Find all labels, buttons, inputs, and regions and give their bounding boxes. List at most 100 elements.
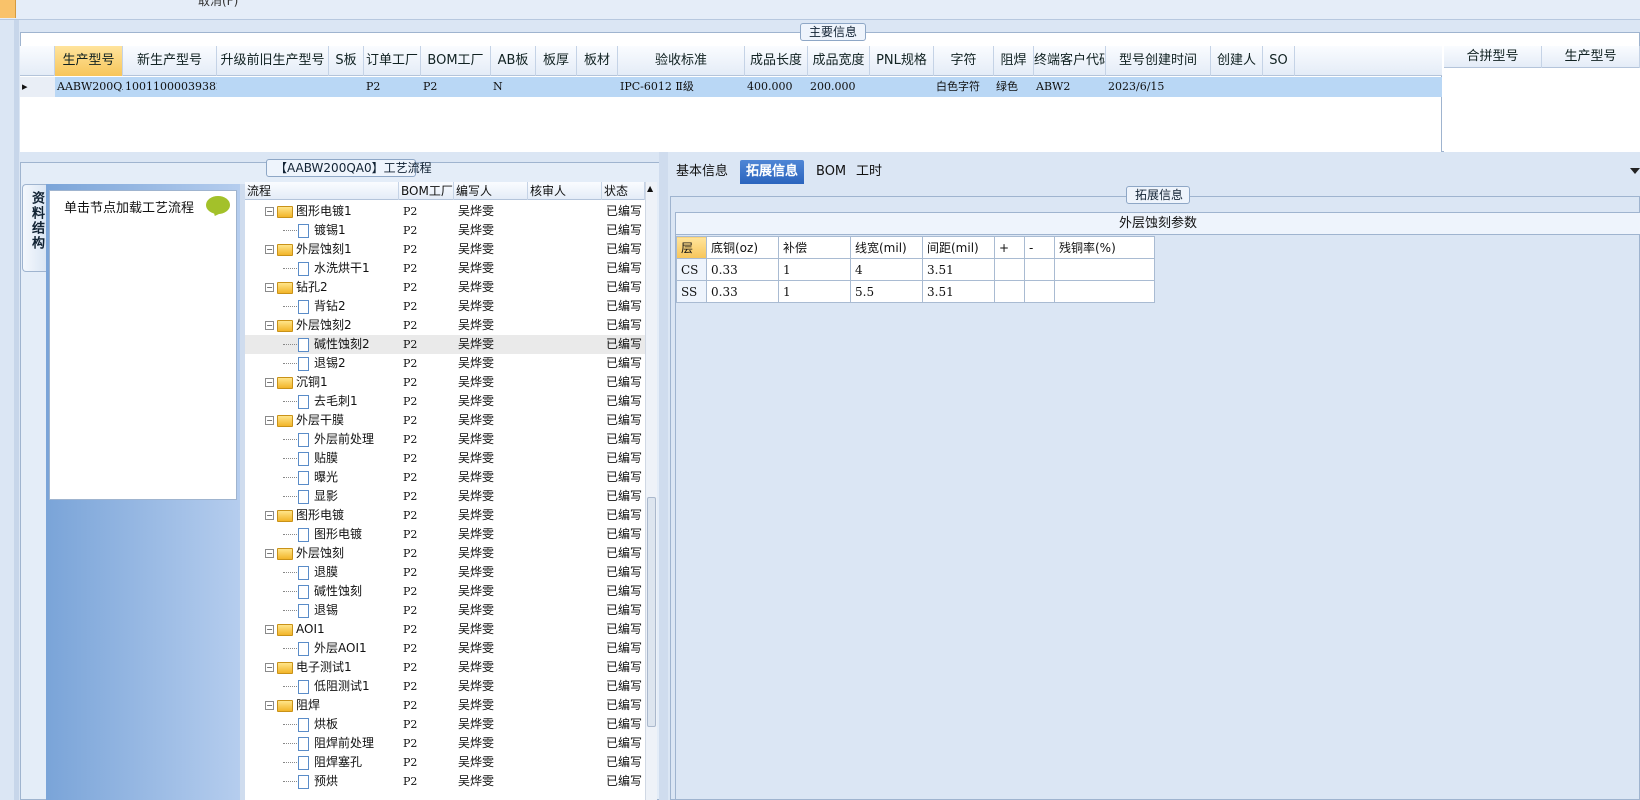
tree-node[interactable]: 曝光 xyxy=(245,468,399,487)
tree-node[interactable]: − 外层蚀刻 xyxy=(245,544,399,563)
grid-cell[interactable] xyxy=(536,77,577,97)
tree-row[interactable]: − 外层蚀刻1 P2 吴烨雯 已编写 xyxy=(245,240,645,259)
grid-cell[interactable]: IPC-6012 Ⅱ级 xyxy=(618,77,745,97)
tree-col-header[interactable]: 状态 xyxy=(602,182,645,200)
tree-col-header[interactable]: BOM工厂 xyxy=(399,182,454,200)
tree-node[interactable]: 退膜 xyxy=(245,563,399,582)
tab-basic-info[interactable]: 基本信息 xyxy=(670,160,734,184)
param-cell[interactable]: CS xyxy=(676,258,707,281)
grid-col-header[interactable]: 板材 xyxy=(577,46,618,76)
tree-node[interactable]: 显影 xyxy=(245,487,399,506)
tree-row[interactable]: − 外层干膜 P2 吴烨雯 已编写 xyxy=(245,411,645,430)
tree-row[interactable]: 图形电镀 P2 吴烨雯 已编写 xyxy=(245,525,645,544)
param-cell[interactable] xyxy=(1024,258,1055,281)
tree-row[interactable]: − 钻孔2 P2 吴烨雯 已编写 xyxy=(245,278,645,297)
tab-work-hours[interactable]: 工时 xyxy=(850,160,888,184)
tree-row[interactable]: 碱性蚀刻 P2 吴烨雯 已编写 xyxy=(245,582,645,601)
grid-cell[interactable]: 200.000 xyxy=(808,77,870,97)
tree-row[interactable]: − 沉铜1 P2 吴烨雯 已编写 xyxy=(245,373,645,392)
tree-node[interactable]: − 外层蚀刻2 xyxy=(245,316,399,335)
tree-row[interactable]: 退锡2 P2 吴烨雯 已编写 xyxy=(245,354,645,373)
param-cell[interactable]: 3.51 xyxy=(922,280,995,303)
grid-col-header[interactable]: 订单工厂 xyxy=(364,46,421,76)
tree-node[interactable]: 阻焊前处理 xyxy=(245,734,399,753)
tree-col-header[interactable]: 编写人 xyxy=(454,182,528,200)
grid-row-selected[interactable]: ▸AABW200QA010011000039382P2P2NIPC-6012 Ⅱ… xyxy=(20,77,1442,97)
tree-row[interactable]: − 外层蚀刻 P2 吴烨雯 已编写 xyxy=(245,544,645,563)
grid-col-header[interactable]: 验收标准 xyxy=(618,46,745,76)
app-corner-tab[interactable] xyxy=(0,0,16,18)
grid-col-header[interactable]: BOM工厂 xyxy=(421,46,491,76)
tree-node[interactable]: 外层前处理 xyxy=(245,430,399,449)
grid-cell[interactable] xyxy=(329,77,364,97)
tree-row[interactable]: 背钻2 P2 吴烨雯 已编写 xyxy=(245,297,645,316)
collapse-toggle-icon[interactable]: − xyxy=(265,511,274,520)
collapse-toggle-icon[interactable]: − xyxy=(265,549,274,558)
collapse-toggle-icon[interactable]: − xyxy=(265,283,274,292)
grid-col-header[interactable]: 成品宽度 xyxy=(808,46,870,76)
tab-bom[interactable]: BOM xyxy=(810,160,852,184)
tree-col-header[interactable]: 流程 xyxy=(245,182,399,200)
param-col-header[interactable]: + xyxy=(994,236,1025,259)
tree-row[interactable]: 退锡 P2 吴烨雯 已编写 xyxy=(245,601,645,620)
tree-row[interactable]: 退膜 P2 吴烨雯 已编写 xyxy=(245,563,645,582)
param-cell[interactable]: 4 xyxy=(850,258,923,281)
tree-node[interactable]: − AOI1 xyxy=(245,620,399,639)
tree-row[interactable]: 水洗烘干1 P2 吴烨雯 已编写 xyxy=(245,259,645,278)
tree-row[interactable]: − 阻焊 P2 吴烨雯 已编写 xyxy=(245,696,645,715)
grid-col-header[interactable]: S板 xyxy=(329,46,364,76)
tree-col-header[interactable]: 核审人 xyxy=(528,182,602,200)
tree-node[interactable]: − 外层干膜 xyxy=(245,411,399,430)
grid-cell[interactable]: AABW200QA0 xyxy=(55,77,123,97)
tree-scrollbar[interactable]: ▲ xyxy=(645,182,657,800)
grid-cell[interactable]: 2023/6/15 xyxy=(1106,77,1211,97)
tree-node[interactable]: − 图形电镀 xyxy=(245,506,399,525)
param-cell[interactable] xyxy=(1054,280,1155,303)
grid-cell[interactable] xyxy=(1263,77,1295,97)
tree-node[interactable]: 碱性蚀刻 xyxy=(245,582,399,601)
merge-col-header[interactable]: 生产型号 xyxy=(1542,46,1640,68)
grid-cell[interactable] xyxy=(217,77,329,97)
grid-col-header[interactable]: 板厚 xyxy=(536,46,577,76)
tree-node[interactable]: 碱性蚀刻2 xyxy=(245,335,399,354)
tree-row[interactable]: 镀锡1 P2 吴烨雯 已编写 xyxy=(245,221,645,240)
tree-node[interactable]: 退锡 xyxy=(245,601,399,620)
param-col-header[interactable]: 残铜率(%) xyxy=(1054,236,1155,259)
tree-node[interactable]: − 钻孔2 xyxy=(245,278,399,297)
collapse-toggle-icon[interactable]: − xyxy=(265,701,274,710)
collapse-toggle-icon[interactable]: − xyxy=(265,378,274,387)
grid-col-header[interactable]: 阻焊 xyxy=(994,46,1034,76)
param-cell[interactable] xyxy=(1054,258,1155,281)
tree-row[interactable]: 阻焊前处理 P2 吴烨雯 已编写 xyxy=(245,734,645,753)
side-tab-data-structure[interactable]: 资料结构 xyxy=(22,184,46,272)
tree-row[interactable]: 阻焊塞孔 P2 吴烨雯 已编写 xyxy=(245,753,645,772)
tree-node[interactable]: 预烘 xyxy=(245,772,399,791)
grid-cell[interactable] xyxy=(577,77,618,97)
scroll-up-arrow-icon[interactable]: ▲ xyxy=(647,184,653,193)
grid-cell[interactable]: 400.000 xyxy=(745,77,808,97)
param-cell[interactable]: 3.51 xyxy=(922,258,995,281)
param-col-header[interactable]: - xyxy=(1024,236,1055,259)
tree-row[interactable]: 贴膜 P2 吴烨雯 已编写 xyxy=(245,449,645,468)
param-cell[interactable]: 5.5 xyxy=(850,280,923,303)
tree-row[interactable]: 烘板 P2 吴烨雯 已编写 xyxy=(245,715,645,734)
grid-col-header[interactable]: 成品长度 xyxy=(745,46,808,76)
collapse-toggle-icon[interactable]: − xyxy=(265,207,274,216)
grid-cell[interactable] xyxy=(870,77,934,97)
tree-node[interactable]: 水洗烘干1 xyxy=(245,259,399,278)
grid-col-header[interactable]: 终端客户代码 xyxy=(1034,46,1106,76)
grid-col-header[interactable]: 新生产型号 xyxy=(123,46,217,76)
grid-cell[interactable]: ABW2 xyxy=(1034,77,1106,97)
grid-cell[interactable]: 绿色 xyxy=(994,77,1034,97)
grid-cell[interactable]: P2 xyxy=(364,77,421,97)
grid-col-header[interactable]: PNL规格 xyxy=(870,46,934,76)
tree-row[interactable]: 低阻测试1 P2 吴烨雯 已编写 xyxy=(245,677,645,696)
param-col-header[interactable]: 补偿 xyxy=(778,236,851,259)
param-cell[interactable] xyxy=(994,258,1025,281)
tree-node[interactable]: 去毛刺1 xyxy=(245,392,399,411)
param-row[interactable]: SS 0.33 1 5.5 3.51 xyxy=(676,280,1155,303)
tree-node[interactable]: 图形电镀 xyxy=(245,525,399,544)
param-col-header[interactable]: 底铜(oz) xyxy=(706,236,779,259)
tree-row[interactable]: − AOI1 P2 吴烨雯 已编写 xyxy=(245,620,645,639)
collapse-toggle-icon[interactable]: − xyxy=(265,245,274,254)
